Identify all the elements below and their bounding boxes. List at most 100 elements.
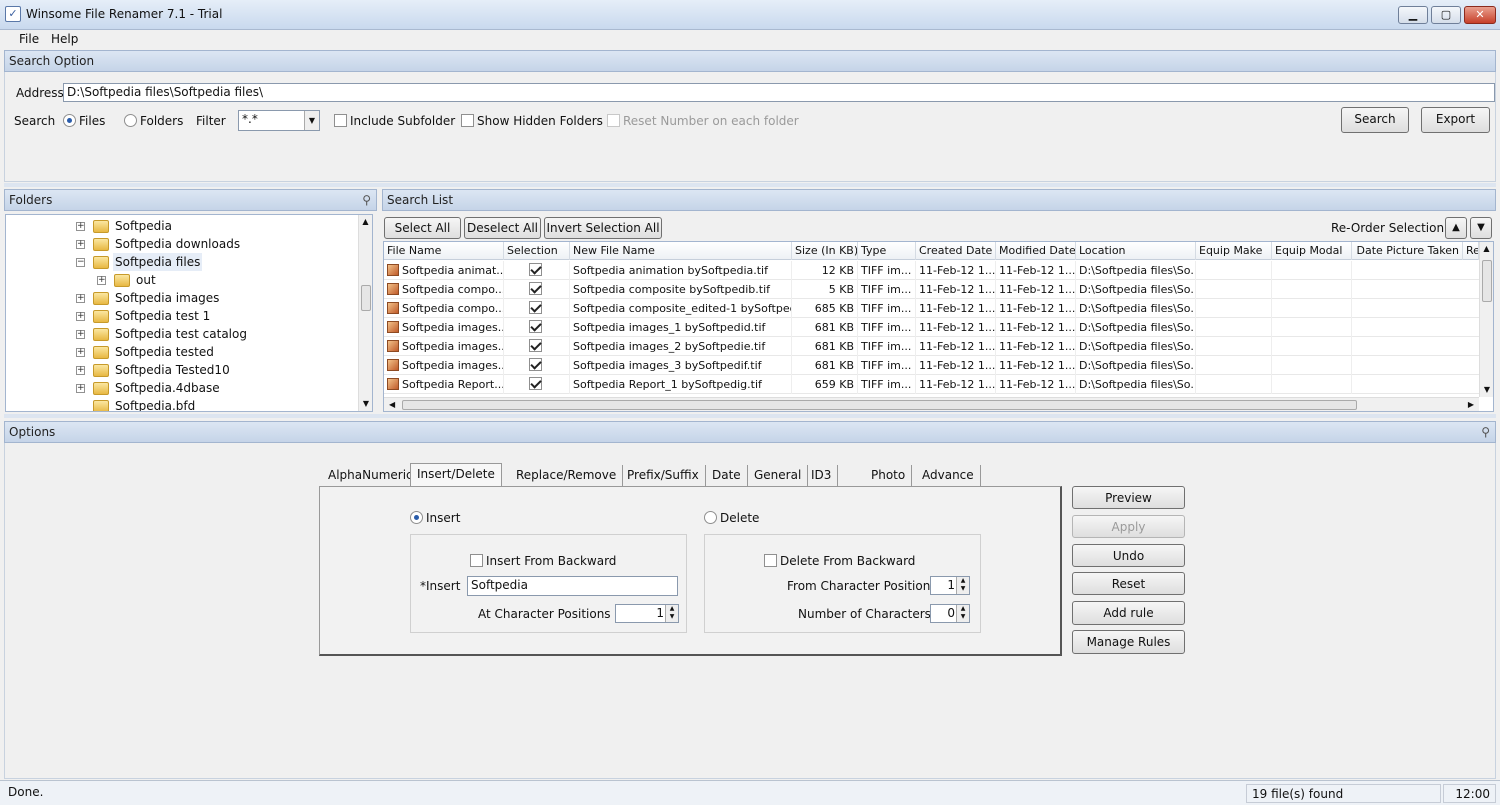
manage-rules-button[interactable]: Manage Rules [1072, 630, 1185, 654]
number-of-chars-stepper[interactable]: 0 ▲ ▼ [930, 604, 970, 623]
add-rule-button[interactable]: Add rule [1072, 601, 1185, 625]
table-row[interactable]: Softpedia Report... Softpedia Report_1 b… [384, 375, 1479, 394]
insert-radio[interactable]: Insert [410, 511, 460, 525]
col-selection[interactable]: Selection [504, 242, 570, 260]
grid-vertical-scrollbar[interactable]: ▲ ▼ [1479, 242, 1493, 397]
col-size[interactable]: Size (In KB) [792, 242, 858, 260]
undo-button[interactable]: Undo [1072, 544, 1185, 567]
cell-selection[interactable] [504, 299, 570, 318]
row-select-checkbox[interactable] [528, 339, 542, 352]
export-button[interactable]: Export [1421, 107, 1490, 133]
insert-from-backward-check-icon[interactable] [470, 554, 483, 567]
filter-select[interactable]: *.* ▼ [238, 110, 320, 131]
tab-alphanumeric[interactable]: AlphaNumeric [322, 465, 420, 486]
table-row[interactable]: Softpedia images... Softpedia images_1 b… [384, 318, 1479, 337]
insert-from-backward-checkbox[interactable]: Insert From Backward [470, 554, 616, 568]
reset-button[interactable]: Reset [1072, 572, 1185, 595]
cell-selection[interactable] [504, 280, 570, 299]
scroll-thumb[interactable] [402, 400, 1357, 410]
from-char-position-stepper[interactable]: 1 ▲ ▼ [930, 576, 970, 595]
cell-selection[interactable] [504, 356, 570, 375]
row-select-checkbox[interactable] [528, 320, 542, 333]
delete-radio-icon[interactable] [704, 511, 717, 524]
tab-prefix-suffix[interactable]: Prefix/Suffix [621, 465, 706, 486]
show-hidden-checkbox[interactable]: Show Hidden Folders [461, 114, 603, 128]
scroll-down-icon[interactable]: ▼ [1480, 383, 1493, 397]
reset-number-checkbox[interactable]: Reset Number on each folder [607, 114, 799, 128]
collapse-icon[interactable]: − [76, 258, 85, 267]
scroll-left-icon[interactable]: ◀ [389, 398, 395, 411]
address-input[interactable]: D:\Softpedia files\Softpedia files\ [63, 83, 1495, 102]
files-radio-icon[interactable] [63, 114, 76, 127]
grid-horizontal-scrollbar[interactable]: ◀ ▶ [384, 397, 1479, 411]
col-re[interactable]: Re [1463, 242, 1479, 260]
delete-radio[interactable]: Delete [704, 511, 759, 525]
col-created-date[interactable]: Created Date [916, 242, 996, 260]
tab-photo[interactable]: Photo [865, 465, 913, 486]
maximize-button[interactable]: ▢ [1431, 6, 1461, 24]
cell-selection[interactable] [504, 318, 570, 337]
expand-icon[interactable]: + [76, 312, 85, 321]
chevron-down-icon[interactable]: ▼ [304, 111, 319, 130]
folder-tree-scrollbar[interactable]: ▲ ▼ [358, 215, 372, 411]
tab-insert-delete[interactable]: Insert/Delete [410, 463, 502, 487]
cell-selection[interactable] [504, 375, 570, 394]
expand-icon[interactable]: + [97, 276, 106, 285]
reset-number-check-icon[interactable] [607, 114, 620, 127]
table-row[interactable]: Softpedia compo... Softpedia composite b… [384, 280, 1479, 299]
invert-selection-button[interactable]: Invert Selection All [544, 217, 662, 239]
cell-selection[interactable] [504, 261, 570, 280]
table-row[interactable]: Softpedia compo... Softpedia composite_e… [384, 299, 1479, 318]
scroll-down-icon[interactable]: ▼ [359, 397, 372, 411]
expand-icon[interactable]: + [76, 294, 85, 303]
stepper-arrows-icon[interactable]: ▲ ▼ [956, 605, 969, 622]
show-hidden-check-icon[interactable] [461, 114, 474, 127]
move-down-button[interactable]: ▼ [1470, 217, 1492, 239]
select-all-button[interactable]: Select All [384, 217, 461, 239]
stepper-arrows-icon[interactable]: ▲ ▼ [665, 605, 678, 622]
expand-icon[interactable]: + [76, 366, 85, 375]
delete-from-backward-checkbox[interactable]: Delete From Backward [764, 554, 915, 568]
deselect-all-button[interactable]: Deselect All [464, 217, 541, 239]
expand-icon[interactable]: + [76, 384, 85, 393]
cell-selection[interactable] [504, 337, 570, 356]
tab-advance[interactable]: Advance [916, 465, 981, 486]
table-row[interactable]: Softpedia animat... Softpedia animation … [384, 261, 1479, 280]
at-char-positions-stepper[interactable]: 1 ▲ ▼ [615, 604, 679, 623]
table-row[interactable]: Softpedia images... Softpedia images_2 b… [384, 337, 1479, 356]
include-subfolder-checkbox[interactable]: Include Subfolder [334, 114, 455, 128]
pin-icon[interactable]: ⚲ [362, 193, 371, 207]
close-button[interactable]: ✕ [1464, 6, 1496, 24]
scroll-up-icon[interactable]: ▲ [1480, 242, 1493, 256]
preview-button[interactable]: Preview [1072, 486, 1185, 509]
tab-replace-remove[interactable]: Replace/Remove [510, 465, 624, 486]
col-equip-modal[interactable]: Equip Modal [1272, 242, 1352, 260]
row-select-checkbox[interactable] [528, 282, 542, 295]
col-location[interactable]: Location [1076, 242, 1196, 260]
minimize-button[interactable]: ▁ [1398, 6, 1428, 24]
stepper-arrows-icon[interactable]: ▲ ▼ [956, 577, 969, 594]
expand-icon[interactable]: + [76, 240, 85, 249]
menu-help[interactable]: Help [51, 32, 78, 46]
row-select-checkbox[interactable] [528, 263, 542, 276]
row-select-checkbox[interactable] [528, 377, 542, 390]
col-date-picture-taken[interactable]: Date Picture Taken [1352, 242, 1463, 260]
move-up-button[interactable]: ▲ [1445, 217, 1467, 239]
pin-icon[interactable]: ⚲ [1481, 425, 1490, 439]
table-row[interactable]: Softpedia images... Softpedia images_3 b… [384, 356, 1479, 375]
expand-icon[interactable]: + [76, 330, 85, 339]
scroll-thumb[interactable] [1482, 260, 1492, 302]
files-radio[interactable]: Files [63, 114, 105, 128]
tab-date[interactable]: Date [706, 465, 748, 486]
insert-radio-icon[interactable] [410, 511, 423, 524]
tab-id3-tag[interactable]: ID3 Tag [805, 465, 839, 503]
folders-radio[interactable]: Folders [124, 114, 183, 128]
horizontal-splitter-bottom[interactable] [4, 414, 1496, 418]
col-equip-make[interactable]: Equip Make [1196, 242, 1272, 260]
col-file-name[interactable]: File Name [384, 242, 504, 260]
row-select-checkbox[interactable] [528, 358, 542, 371]
search-button[interactable]: Search [1341, 107, 1409, 133]
row-select-checkbox[interactable] [528, 301, 542, 314]
tab-general[interactable]: General [748, 465, 809, 486]
include-subfolder-check-icon[interactable] [334, 114, 347, 127]
